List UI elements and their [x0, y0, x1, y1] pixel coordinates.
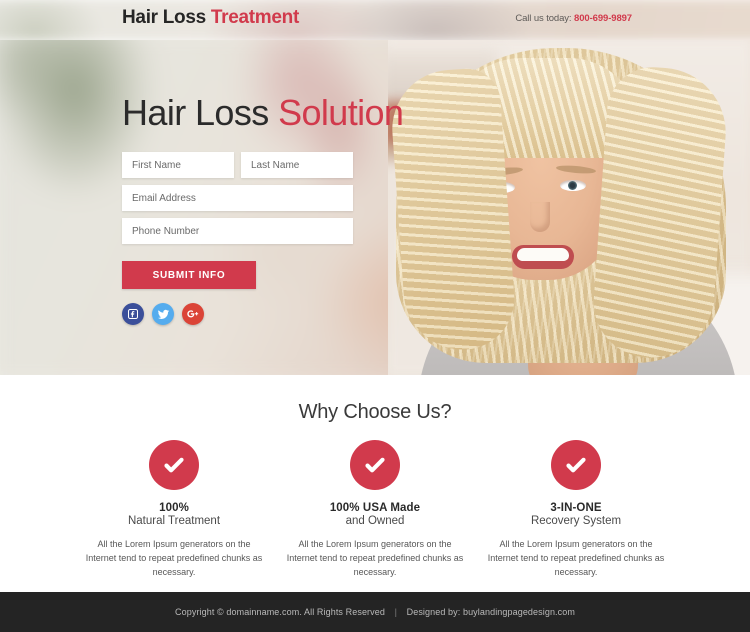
logo-primary-text: Hair Loss: [122, 7, 206, 28]
top-bar: Hair Loss Treatment Call us today: 800-6…: [0, 0, 750, 40]
google-plus-icon[interactable]: [182, 303, 204, 325]
hero-headline: Hair Loss Solution: [122, 92, 404, 134]
check-icon: [350, 440, 400, 490]
facebook-icon[interactable]: [122, 303, 144, 325]
model-hair-front-left: [388, 66, 518, 354]
hero-section: Hair Loss Solution SUBMIT INFO: [0, 40, 750, 375]
feature-subheading: Natural Treatment: [127, 515, 221, 527]
page-footer: Copyright © domainname.com. All Rights R…: [0, 592, 750, 632]
feature-item: 100% Natural Treatment All the Lorem Ips…: [82, 440, 267, 580]
last-name-input[interactable]: [241, 152, 353, 178]
hero-content: Hair Loss Solution SUBMIT INFO: [122, 92, 404, 325]
check-icon: [551, 440, 601, 490]
feature-item: 3-IN-ONE Recovery System All the Lorem I…: [484, 440, 669, 580]
email-input[interactable]: [122, 185, 353, 211]
model-nose: [530, 202, 550, 232]
submit-info-button[interactable]: SUBMIT INFO: [122, 261, 256, 289]
call-us-today: Call us today: 800-699-9897: [515, 13, 632, 24]
landing-page: Hair Loss Treatment Call us today: 800-6…: [0, 0, 750, 632]
feature-heading: 100% USA Made: [329, 502, 421, 514]
check-icon: [149, 440, 199, 490]
model-hair-front-right: [590, 64, 730, 362]
model-mouth: [512, 245, 574, 269]
model-iris-right: [568, 181, 577, 190]
name-row: [122, 152, 362, 178]
footer-text: Copyright © domainname.com. All Rights R…: [175, 607, 575, 617]
top-bar-inner: Hair Loss Treatment Call us today: 800-6…: [0, 0, 750, 40]
feature-heading: 100%: [159, 502, 189, 514]
phone-number[interactable]: 800-699-9897: [574, 13, 632, 24]
footer-separator: |: [394, 607, 398, 617]
feature-heading: 3-IN-ONE: [550, 502, 602, 514]
feature-body-text: All the Lorem Ipsum generators on the In…: [487, 539, 665, 577]
feature-subheading: Recovery System: [530, 515, 622, 527]
footer-designed-by-label: Designed by:: [406, 607, 461, 617]
feature-body-text: All the Lorem Ipsum generators on the In…: [85, 539, 263, 577]
lead-capture-form: SUBMIT INFO: [122, 152, 362, 289]
hero-model-photo: [388, 40, 750, 375]
hero-headline-accent: Solution: [278, 92, 404, 133]
phone-input[interactable]: [122, 218, 353, 244]
feature-subheading: and Owned: [345, 515, 405, 527]
first-name-input[interactable]: [122, 152, 234, 178]
hero-headline-primary: Hair Loss: [122, 92, 269, 133]
feature-grid: 100% Natural Treatment All the Lorem Ips…: [0, 440, 750, 580]
twitter-icon[interactable]: [152, 303, 174, 325]
feature-body-text: All the Lorem Ipsum generators on the In…: [286, 539, 464, 577]
features-section: Why Choose Us? 100% Natural Treatment Al…: [0, 375, 750, 592]
footer-copyright: Copyright © domainname.com. All Rights R…: [175, 607, 385, 617]
social-links: [122, 303, 362, 325]
site-logo[interactable]: Hair Loss Treatment: [122, 7, 299, 29]
feature-item: 100% USA Made and Owned All the Lorem Ip…: [283, 440, 468, 580]
model-teeth: [517, 248, 569, 261]
logo-accent-text: Treatment: [210, 7, 299, 28]
call-us-label: Call us today:: [515, 13, 572, 24]
model-eye-right: [560, 180, 586, 191]
designer-link[interactable]: buylandingpagedesign.com: [463, 607, 575, 617]
section-title: Why Choose Us?: [298, 401, 452, 423]
